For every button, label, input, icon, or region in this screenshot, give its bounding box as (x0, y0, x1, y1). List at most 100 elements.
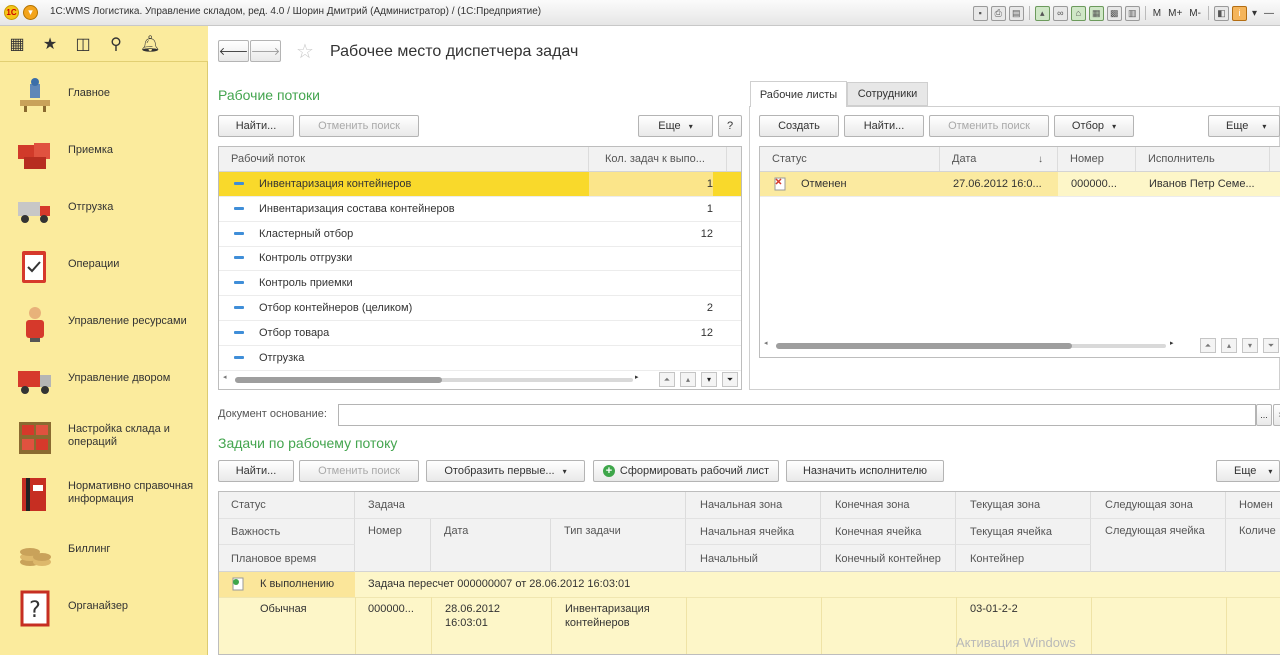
tasks-find-button[interactable]: Найти... (218, 460, 294, 482)
column-header-number[interactable]: Номер (355, 519, 431, 572)
flow-row[interactable]: Контроль отгрузки (219, 246, 741, 272)
calendar-icon[interactable]: ▦ (1088, 5, 1104, 21)
form-work-sheet-button[interactable]: + Сформировать рабочий лист (593, 460, 779, 482)
move-up-icon[interactable]: ▴ (680, 372, 696, 387)
sheets-find-button[interactable]: Найти... (844, 115, 924, 137)
column-header-end-cell[interactable]: Конечная ячейка (821, 519, 956, 545)
flow-row[interactable]: Инвентаризация состава контейнеров 1 (219, 197, 741, 222)
flow-row[interactable]: Отгрузка (219, 346, 741, 371)
sheets-horizontal-scrollbar[interactable]: ◂ ▸ (764, 337, 1184, 353)
section-operacii[interactable]: Операции (0, 236, 208, 293)
move-last-icon[interactable]: ⏷ (722, 372, 738, 387)
sheets-more-button[interactable]: Еще ▾ (1208, 115, 1280, 137)
print-icon[interactable]: ⎙ (990, 5, 1006, 21)
column-header-quantity[interactable]: Количе (1226, 519, 1280, 572)
upload-icon[interactable]: ▴ (1034, 5, 1050, 21)
scroll-left-icon[interactable]: ◂ (223, 373, 227, 381)
notifications-bell-icon[interactable]: 🔔︎ (140, 34, 160, 54)
column-header-start[interactable]: Начальный (686, 545, 821, 572)
column-header-task[interactable]: Задача (355, 492, 686, 519)
forward-button[interactable]: 🡒 (250, 40, 281, 62)
save-icon[interactable]: ▪ (972, 5, 988, 21)
scroll-left-icon[interactable]: ◂ (764, 339, 768, 347)
column-header-start-cell[interactable]: Начальная ячейка (686, 519, 821, 545)
flows-help-button[interactable]: ? (718, 115, 742, 137)
tab-work-sheets[interactable]: Рабочие листы (750, 81, 847, 107)
scroll-right-icon[interactable]: ▸ (1170, 339, 1174, 347)
task-row[interactable]: К выполнению Задача пересчет 000000007 о… (219, 572, 1280, 654)
column-header-planned-time[interactable]: Плановое время (219, 545, 355, 572)
column-header-next-cell[interactable]: Следующая ячейка (1091, 519, 1226, 572)
home-icon[interactable]: ⌂ (1070, 5, 1086, 21)
column-header-task-type[interactable]: Тип задачи (551, 519, 686, 572)
main-menu-button[interactable]: ▾ (23, 5, 38, 20)
link-icon[interactable]: ∞ (1052, 5, 1068, 21)
tasks-cancel-search-button[interactable]: Отменить поиск (299, 460, 419, 482)
move-down-icon[interactable]: ▾ (1242, 338, 1258, 353)
dropdown-arrow-icon[interactable]: ▾ (1250, 8, 1259, 19)
document-clear-button[interactable]: × (1273, 404, 1280, 426)
info-icon[interactable]: i (1231, 5, 1247, 21)
memory-m-minus-button[interactable]: M- (1187, 8, 1203, 19)
minimize-icon[interactable]: — (1262, 8, 1276, 19)
sheet-row[interactable]: Отменен 27.06.2012 16:0... 000000... Ива… (760, 172, 1280, 197)
tasks-show-first-button[interactable]: Отобразить первые... ▾ (426, 460, 585, 482)
sheets-cancel-search-button[interactable]: Отменить поиск (929, 115, 1049, 137)
column-header-nomenclature[interactable]: Номен (1226, 492, 1280, 519)
column-header-current-cell[interactable]: Текущая ячейка (956, 519, 1091, 545)
column-header-importance[interactable]: Важность (219, 519, 355, 545)
back-button[interactable]: 🡐 (218, 40, 249, 62)
column-header-start-zone[interactable]: Начальная зона (686, 492, 821, 519)
column-header-executor[interactable]: Исполнитель (1136, 147, 1270, 171)
column-header-status[interactable]: Статус (219, 492, 355, 519)
tasks-more-button[interactable]: Еще ▾ (1216, 460, 1280, 482)
scroll-thumb[interactable] (776, 343, 1072, 349)
column-header-status[interactable]: Статус (760, 147, 940, 171)
column-header-next-zone[interactable]: Следующая зона (1091, 492, 1226, 519)
all-functions-grid-icon[interactable]: ▦ (8, 34, 26, 54)
section-otgruzka[interactable]: Отгрузка (0, 179, 208, 236)
column-header-number[interactable]: Номер (1058, 147, 1136, 171)
clipboard-icon[interactable]: ▥ (1124, 5, 1140, 21)
column-header-flow[interactable]: Рабочий поток (219, 147, 589, 171)
calculator-icon[interactable]: ▩ (1106, 5, 1122, 21)
flows-find-button[interactable]: Найти... (218, 115, 294, 137)
memory-m-button[interactable]: M (1151, 8, 1163, 19)
flow-row[interactable]: Кластерный отбор 12 (219, 222, 741, 247)
move-first-icon[interactable]: ⏶ (1200, 338, 1216, 353)
tab-employees[interactable]: Сотрудники (847, 82, 928, 106)
flows-horizontal-scrollbar[interactable]: ◂ ▸ (223, 371, 653, 387)
assign-executor-button[interactable]: Назначить исполнителю (786, 460, 944, 482)
move-down-icon[interactable]: ▾ (701, 372, 717, 387)
flow-row[interactable]: Отбор товара 12 (219, 321, 741, 346)
move-up-icon[interactable]: ▴ (1221, 338, 1237, 353)
section-upravlenie-dvorom[interactable]: Управление двором (0, 350, 208, 407)
section-priemka[interactable]: Приемка (0, 122, 208, 179)
document-pick-button[interactable]: ... (1256, 404, 1272, 426)
move-first-icon[interactable]: ⏶ (659, 372, 675, 387)
column-header-date[interactable]: Дата ↓ (940, 147, 1058, 171)
section-nsi[interactable]: Нормативно справочная информация (0, 464, 208, 521)
history-icon[interactable]: ◫ (74, 34, 92, 54)
sheets-create-button[interactable]: Создать (759, 115, 839, 137)
section-glavnoe[interactable]: Главное (0, 65, 208, 122)
flow-row[interactable]: Контроль приемки (219, 271, 741, 297)
print-preview-icon[interactable]: ▤ (1008, 5, 1024, 21)
favorite-star-icon[interactable]: ☆ (296, 39, 314, 64)
flow-row[interactable]: Отбор контейнеров (целиком) 2 (219, 296, 741, 321)
favorites-star-icon[interactable]: ★ (41, 34, 59, 54)
search-icon[interactable]: ⚲ (107, 34, 125, 54)
section-billing[interactable]: Биллинг (0, 521, 208, 578)
move-last-icon[interactable]: ⏷ (1263, 338, 1279, 353)
document-basis-input[interactable] (338, 404, 1256, 426)
column-header-task-count[interactable]: Кол. задач к выпо... (589, 147, 727, 171)
memory-m-plus-button[interactable]: M+ (1166, 8, 1184, 19)
section-upravlenie-resursami[interactable]: Управление ресурсами (0, 293, 208, 350)
section-nastroyka-sklada[interactable]: Настройка склада и операций (0, 407, 208, 464)
column-header-end-zone[interactable]: Конечная зона (821, 492, 956, 519)
scroll-right-icon[interactable]: ▸ (635, 373, 639, 381)
scroll-thumb[interactable] (235, 377, 442, 383)
flows-more-button[interactable]: Еще ▾ (638, 115, 713, 137)
flows-cancel-search-button[interactable]: Отменить поиск (299, 115, 419, 137)
column-header-current-zone[interactable]: Текущая зона (956, 492, 1091, 519)
